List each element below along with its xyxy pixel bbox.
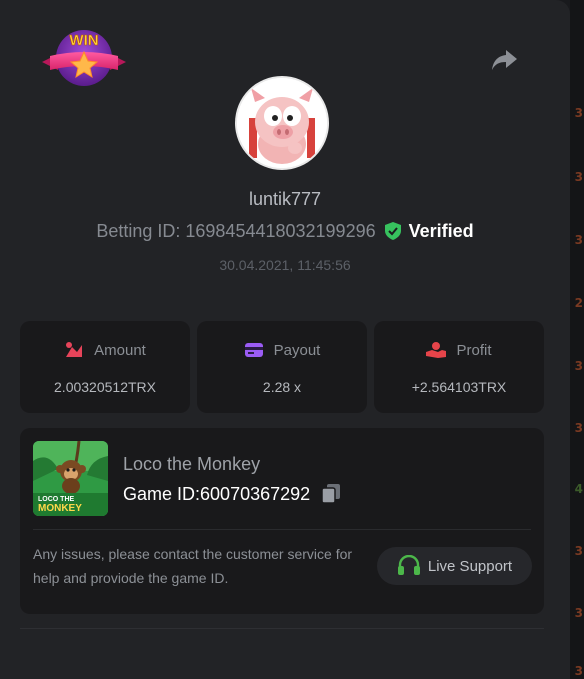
game-id-value: 60070367292: [200, 484, 311, 504]
verified-shield-icon: [384, 222, 401, 240]
stat-payout-value: 2.28 x: [262, 379, 302, 395]
bg-number: 3: [574, 544, 583, 558]
avatar: [237, 78, 327, 168]
card-divider: [33, 529, 531, 530]
stat-profit-label: Profit: [456, 342, 492, 359]
betting-id-row: Betting ID: 1698454418032199296 Verified: [0, 221, 570, 242]
live-support-label: Live Support: [427, 557, 513, 575]
live-support-button[interactable]: Live Support: [377, 547, 532, 585]
game-id-label: Game ID:: [123, 484, 201, 504]
thumb-text-bottom: MONKEY: [38, 503, 82, 514]
bet-date: 30.04.2021, 11:45:56: [219, 257, 351, 273]
betting-id-label: Betting ID:: [96, 221, 181, 241]
thumb-text-top: LOCO THE: [38, 496, 74, 503]
game-thumbnail[interactable]: LOCO THE MONKEY: [33, 441, 108, 516]
bg-number: 4: [574, 482, 583, 496]
game-card: LOCO THE MONKEY Loco the Monkey Game ID:…: [20, 428, 544, 614]
bg-number: 3: [574, 170, 583, 184]
bg-number: 2: [574, 296, 583, 310]
bg-number: 3: [574, 606, 583, 620]
win-badge-text: WIN: [69, 32, 98, 49]
bg-number: 3: [574, 359, 583, 373]
stat-profit-value: +2.564103TRX: [411, 379, 507, 395]
bottom-divider: [20, 628, 544, 629]
stat-amount: Amount 2.00320512TRX: [20, 321, 190, 413]
stat-payout: Payout 2.28 x: [197, 321, 367, 413]
monkey-game-icon: LOCO THE MONKEY: [33, 441, 108, 516]
background-strip: 3 3 3 2 3 3 4 3 3 3: [570, 0, 584, 679]
pig-avatar-icon: [237, 78, 327, 168]
bg-number: 3: [574, 106, 583, 120]
bet-detail-panel: WIN luntik777 Betting ID: 16984544180321…: [0, 0, 570, 679]
game-id-row: Game ID:60070367292: [123, 483, 341, 505]
stat-payout-label: Payout: [273, 342, 321, 359]
game-title[interactable]: Loco the Monkey: [123, 454, 260, 475]
bg-number: 3: [574, 421, 583, 435]
copy-icon[interactable]: [321, 483, 341, 504]
verified-label: Verified: [408, 221, 474, 241]
stat-amount-value: 2.00320512TRX: [54, 379, 156, 395]
share-icon[interactable]: [490, 48, 518, 72]
support-notice: Any issues, please contact the customer …: [33, 546, 353, 586]
betting-id-value: 1698454418032199296: [185, 221, 376, 241]
stat-profit: Profit +2.564103TRX: [374, 321, 544, 413]
amount-icon: [66, 342, 83, 357]
bg-number: 3: [574, 233, 583, 247]
headset-icon: [397, 555, 420, 575]
stat-amount-label: Amount: [94, 342, 146, 359]
payout-icon: [244, 343, 263, 357]
win-badge-icon: WIN: [42, 30, 126, 86]
username: luntik777: [248, 189, 322, 209]
profit-icon: [426, 342, 447, 358]
bg-number: 3: [574, 664, 583, 678]
